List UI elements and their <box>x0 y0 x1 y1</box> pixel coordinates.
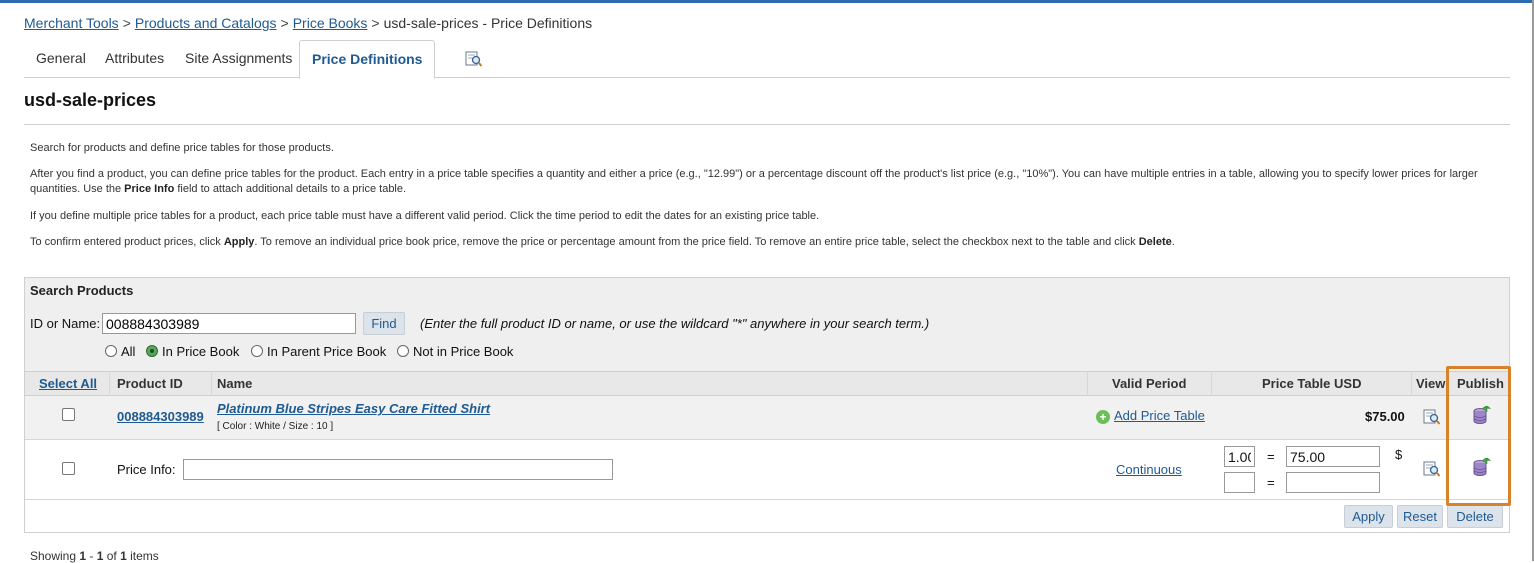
magnifier-icon[interactable] <box>1423 460 1441 478</box>
price-info-input[interactable] <box>183 459 613 480</box>
find-button[interactable]: Find <box>363 312 405 335</box>
radio-all[interactable]: All <box>105 344 135 359</box>
help-apply-bold: Apply <box>223 236 255 248</box>
search-hint: (Enter the full product ID or name, or u… <box>420 316 930 331</box>
price-table-checkbox[interactable] <box>62 462 75 475</box>
help-price-info-bold: Price Info <box>124 183 175 195</box>
radio-all-circle[interactable] <box>105 345 117 357</box>
breadcrumb-separator: > <box>122 15 131 31</box>
price-info-label: Price Info: <box>117 462 176 477</box>
header-product-id: Product ID <box>117 376 183 391</box>
add-price-table-link[interactable]: Add Price Table <box>1114 408 1205 423</box>
price-input-2[interactable] <box>1286 472 1380 493</box>
radio-not-in-price-book-circle[interactable] <box>397 345 409 357</box>
page-title: usd-sale-prices <box>24 90 157 110</box>
breadcrumb-merchant-tools[interactable]: Merchant Tools <box>24 15 119 31</box>
breadcrumb: Merchant Tools > Products and Catalogs > Pri… <box>24 15 592 31</box>
radio-not-in-price-book-label: Not in Price Book <box>413 344 514 359</box>
product-price: $75.00 <box>1365 409 1405 424</box>
product-id-link[interactable]: 008884303989 <box>117 409 204 424</box>
help-text-1: Search for products and define price tab… <box>30 142 334 154</box>
product-attributes: [ Color : White / Size : 10 ] <box>217 421 334 432</box>
radio-in-parent-price-book-circle[interactable] <box>251 345 263 357</box>
help-text-2-line1: After you find a product, you can define… <box>30 168 1478 180</box>
breadcrumb-price-books[interactable]: Price Books <box>293 15 368 31</box>
radio-all-label: All <box>121 344 136 359</box>
help-text-3: If you define multiple price tables for … <box>30 210 820 222</box>
apply-button[interactable]: Apply <box>1344 505 1393 528</box>
help-text-4: To confirm entered product prices, click… <box>30 235 1175 250</box>
id-or-name-label: ID or Name: <box>30 316 101 331</box>
price-table-row: Price Info: Continuous = $ = <box>25 440 1509 500</box>
help-text-2-post: field to attach additional details to a … <box>174 183 407 195</box>
tab-general[interactable]: General <box>24 40 98 78</box>
publish-column-highlight <box>1446 366 1511 506</box>
header-name: Name <box>217 376 253 391</box>
radio-in-parent-price-book[interactable]: In Parent Price Book <box>251 344 386 359</box>
equals-sign: = <box>1267 475 1275 490</box>
breadcrumb-separator: > <box>371 15 380 31</box>
add-price-table[interactable]: + Add Price Table <box>1096 408 1205 424</box>
radio-in-price-book[interactable]: In Price Book <box>146 344 239 359</box>
currency-symbol: $ <box>1395 447 1403 462</box>
tab-bar: General Attributes Site Assignments Pric… <box>24 40 1510 79</box>
radio-in-parent-price-book-label: In Parent Price Book <box>267 344 387 359</box>
tab-attributes[interactable]: Attributes <box>93 40 176 78</box>
header-valid-period: Valid Period <box>1112 376 1187 391</box>
magnifier-icon[interactable] <box>1423 408 1441 426</box>
radio-not-in-price-book[interactable]: Not in Price Book <box>397 344 513 359</box>
delete-button[interactable]: Delete <box>1447 505 1503 528</box>
breadcrumb-products-and-catalogs[interactable]: Products and Catalogs <box>135 15 277 31</box>
tab-price-definitions[interactable]: Price Definitions <box>299 40 436 79</box>
help-delete-bold: Delete <box>1138 236 1172 248</box>
title-divider <box>24 124 1510 125</box>
equals-sign: = <box>1267 449 1275 464</box>
header-price-table-usd: Price Table USD <box>1262 376 1362 391</box>
breadcrumb-separator: > <box>280 15 289 31</box>
help-text-2-pre: quantities. Use the <box>30 183 125 195</box>
select-all-link[interactable]: Select All <box>39 372 97 396</box>
grid-header: Select All Product ID Name Valid Period … <box>25 371 1509 396</box>
column-divider <box>211 371 212 396</box>
reset-button[interactable]: Reset <box>1397 505 1443 528</box>
valid-period-continuous-link[interactable]: Continuous <box>1116 462 1182 477</box>
help-text-4-post: . <box>1171 236 1175 248</box>
price-definitions-panel: Search Products ID or Name: Find (Enter … <box>24 277 1510 533</box>
top-accent-line <box>0 0 1534 3</box>
breadcrumb-current: usd-sale-prices - Price Definitions <box>383 15 593 31</box>
id-or-name-input[interactable] <box>102 313 356 334</box>
preview-magnifier-icon[interactable] <box>465 50 483 68</box>
help-text-4-mid: . To remove an individual price book pri… <box>254 236 1139 248</box>
search-products-section: Search Products ID or Name: Find (Enter … <box>25 278 1509 371</box>
search-title: Search Products <box>30 283 134 298</box>
product-row: 008884303989 Platinum Blue Stripes Easy … <box>25 396 1509 440</box>
quantity-input-1[interactable] <box>1224 446 1255 467</box>
radio-in-price-book-circle[interactable] <box>146 345 158 357</box>
tab-site-assignments[interactable]: Site Assignments <box>173 40 304 78</box>
help-text-4-pre: To confirm entered product prices, click <box>30 236 224 248</box>
quantity-input-2[interactable] <box>1224 472 1255 493</box>
product-name-link[interactable]: Platinum Blue Stripes Easy Care Fitted S… <box>217 401 490 416</box>
price-input-1[interactable] <box>1286 446 1380 467</box>
header-view: View <box>1416 376 1446 391</box>
plus-circle-icon: + <box>1096 410 1110 424</box>
product-row-checkbox[interactable] <box>62 408 75 421</box>
radio-in-price-book-label: In Price Book <box>162 344 240 359</box>
help-text-2: After you find a product, you can define… <box>30 167 1510 197</box>
